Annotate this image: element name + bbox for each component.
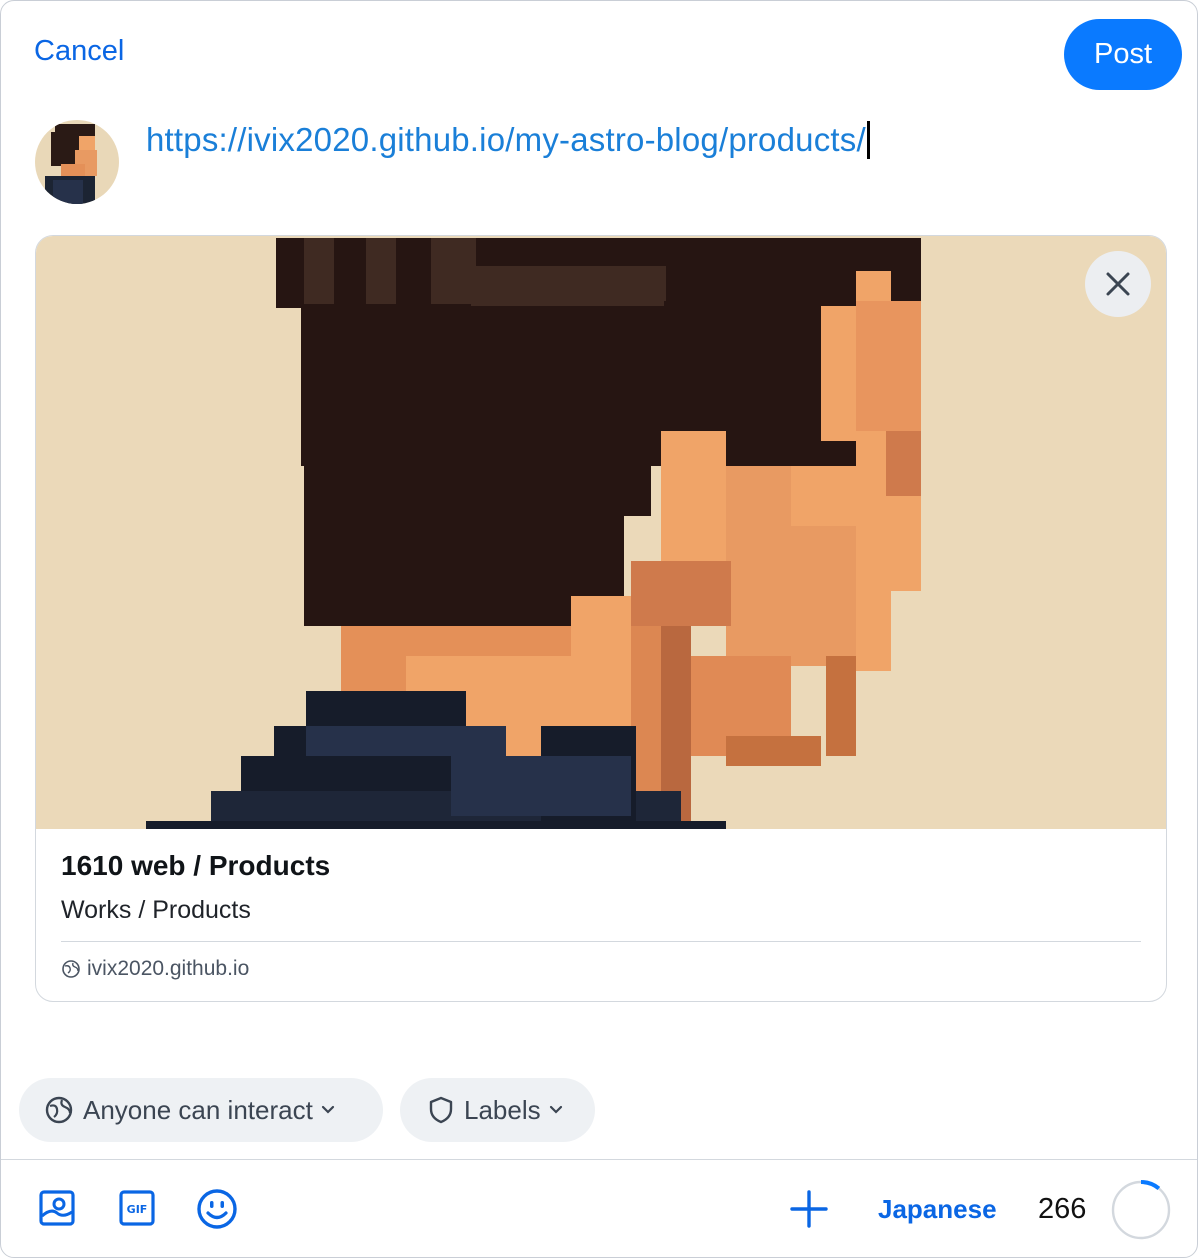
chevron-down-icon (549, 1105, 562, 1114)
labels-button[interactable]: Labels (400, 1078, 595, 1142)
image-icon[interactable] (39, 1190, 75, 1226)
remove-embed-button[interactable] (1085, 251, 1151, 317)
shield-icon (429, 1096, 453, 1124)
link-card-domain: ivix2020.github.io (61, 957, 249, 981)
emoji-icon[interactable] (196, 1188, 238, 1230)
chevron-down-icon (321, 1105, 334, 1114)
avatar (35, 120, 119, 204)
character-progress-ring (1111, 1180, 1171, 1240)
link-preview-card[interactable]: 1610 web / Products Works / Products ivi… (35, 235, 1167, 1002)
divider (61, 941, 1141, 942)
language-selector[interactable]: Japanese (878, 1194, 997, 1225)
compose-dialog: Cancel Post https://ivix2020.github.io/m… (0, 0, 1198, 1258)
link-preview-image (36, 236, 1166, 829)
cancel-button[interactable]: Cancel (34, 35, 124, 68)
toolbar-divider (1, 1159, 1197, 1160)
character-count: 266 (1038, 1193, 1087, 1225)
post-button[interactable]: Post (1064, 19, 1182, 90)
link-card-description: Works / Products (61, 896, 251, 924)
close-icon (1106, 272, 1130, 296)
post-text: https://ivix2020.github.io/my-astro-blog… (146, 121, 866, 158)
globe-icon (62, 960, 80, 978)
interaction-settings-button[interactable]: Anyone can interact (19, 1078, 383, 1142)
globe-icon (45, 1096, 73, 1124)
post-text-input[interactable]: https://ivix2020.github.io/my-astro-blog… (146, 121, 870, 159)
plus-icon[interactable] (790, 1190, 828, 1228)
interaction-settings-label: Anyone can interact (83, 1094, 313, 1125)
svg-text:GIF: GIF (127, 1203, 148, 1216)
link-card-domain-text: ivix2020.github.io (87, 957, 250, 980)
text-caret (866, 121, 870, 159)
link-card-title: 1610 web / Products (61, 850, 331, 881)
labels-label: Labels (464, 1094, 541, 1125)
gif-icon[interactable]: GIF (119, 1190, 155, 1226)
